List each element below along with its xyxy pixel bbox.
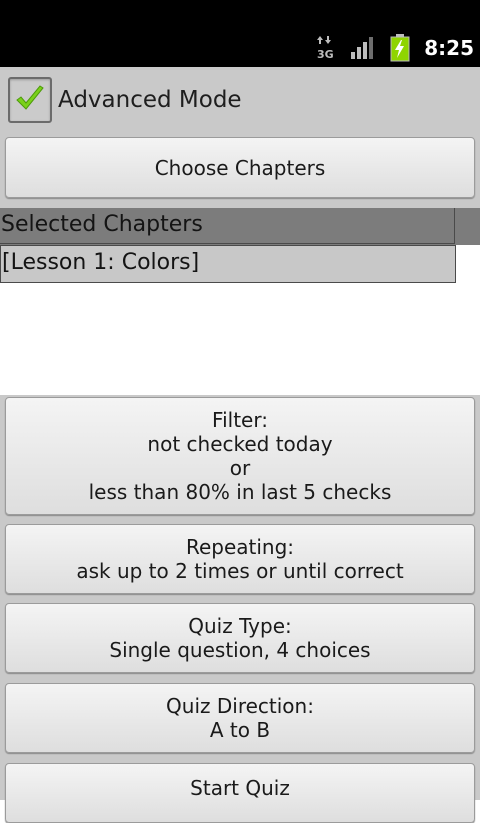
choose-chapters-label: Choose Chapters [154, 155, 326, 180]
filter-title: Filter: [212, 408, 268, 432]
signal-strength-icon [350, 36, 376, 60]
svg-text:3G: 3G [317, 48, 334, 60]
choose-chapters-button[interactable]: Choose Chapters [5, 137, 475, 198]
repeating-button[interactable]: Repeating: ask up to 2 times or until co… [5, 524, 475, 594]
quiz-type-button[interactable]: Quiz Type: Single question, 4 choices [5, 603, 475, 673]
advanced-mode-label[interactable]: Advanced Mode [58, 82, 242, 118]
repeating-title: Repeating: [185, 535, 295, 559]
clock: 8:25 [424, 36, 474, 60]
network-3g-icon: 3G [316, 36, 334, 61]
start-quiz-button[interactable]: Start Quiz [5, 763, 475, 823]
filter-line-2: not checked today [147, 432, 333, 456]
quiz-direction-value: A to B [209, 718, 271, 742]
advanced-mode-checkbox[interactable] [8, 77, 52, 123]
battery-charging-icon [390, 34, 410, 62]
filter-line-4: less than 80% in last 5 checks [88, 480, 392, 504]
quiz-type-title: Quiz Type: [188, 614, 292, 638]
list-empty-area [0, 283, 480, 395]
quiz-direction-button[interactable]: Quiz Direction: A to B [5, 683, 475, 753]
start-quiz-label: Start Quiz [190, 776, 290, 800]
filter-button[interactable]: Filter: not checked today or less than 8… [5, 397, 475, 515]
filter-line-3: or [229, 456, 251, 480]
selected-chapters-header: Selected Chapters [0, 208, 455, 244]
checkmark-icon [16, 85, 44, 110]
repeating-value: ask up to 2 times or until correct [76, 559, 404, 583]
list-item[interactable]: [Lesson 1: Colors] [0, 245, 456, 283]
status-bar: 3G 8:25 [0, 0, 480, 67]
quiz-direction-title: Quiz Direction: [166, 694, 314, 718]
quiz-type-value: Single question, 4 choices [109, 638, 371, 662]
